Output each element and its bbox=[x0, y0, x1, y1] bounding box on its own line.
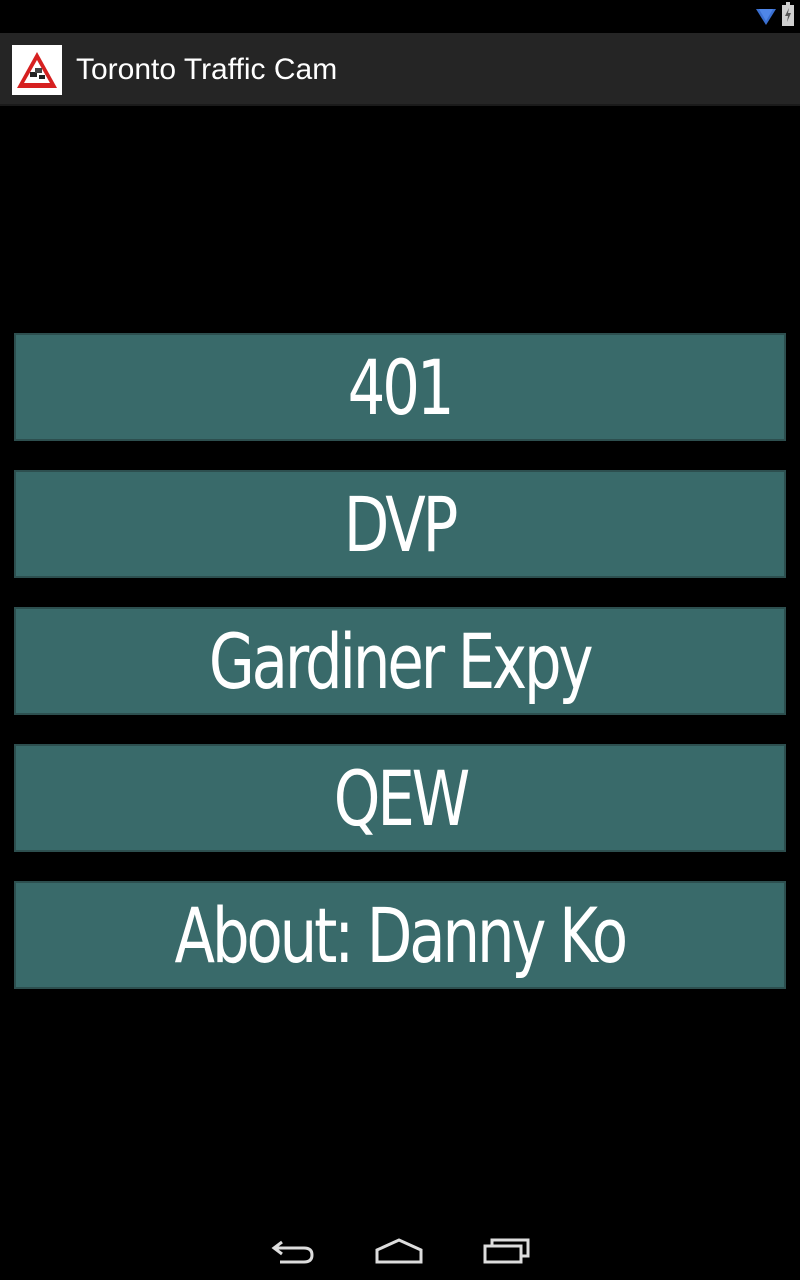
battery-icon bbox=[782, 1, 794, 31]
route-button-qew[interactable]: QEW bbox=[14, 744, 786, 852]
action-bar: Toronto Traffic Cam bbox=[0, 33, 800, 106]
status-bar bbox=[0, 0, 800, 33]
status-icons bbox=[756, 1, 794, 31]
route-button-gardiner-expy[interactable]: Gardiner Expy bbox=[14, 607, 786, 715]
recent-apps-icon[interactable] bbox=[477, 1230, 537, 1270]
main-content: 401 DVP Gardiner Expy QEW About: Danny K… bbox=[0, 106, 800, 1218]
traffic-warning-sign-icon[interactable] bbox=[12, 45, 62, 95]
navigation-bar bbox=[0, 1218, 800, 1280]
route-button-dvp[interactable]: DVP bbox=[14, 470, 786, 578]
route-button-label: DVP bbox=[344, 479, 459, 569]
route-button-label: 401 bbox=[348, 342, 455, 432]
about-button[interactable]: About: Danny Ko bbox=[14, 881, 786, 989]
home-icon[interactable] bbox=[369, 1230, 429, 1270]
route-button-label: Gardiner Expy bbox=[209, 616, 594, 706]
app-title: Toronto Traffic Cam bbox=[76, 53, 338, 86]
wifi-icon bbox=[756, 3, 776, 30]
route-button-label: QEW bbox=[333, 753, 470, 843]
route-button-label: About: Danny Ko bbox=[174, 890, 629, 980]
back-icon[interactable] bbox=[262, 1230, 322, 1270]
route-button-401[interactable]: 401 bbox=[14, 333, 786, 441]
